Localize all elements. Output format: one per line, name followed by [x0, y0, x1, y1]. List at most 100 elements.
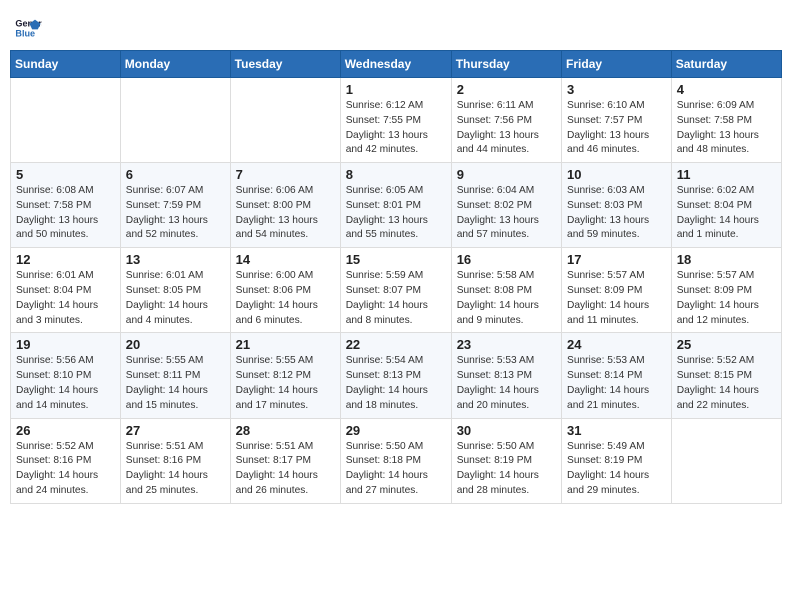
calendar-cell: 26 Sunrise: 5:52 AMSunset: 8:16 PMDayligh… — [11, 418, 121, 503]
logo-icon: General Blue — [14, 14, 42, 42]
day-info: Sunrise: 5:57 AMSunset: 8:09 PMDaylight:… — [567, 269, 666, 328]
calendar-cell: 23 Sunrise: 5:53 AMSunset: 8:13 PMDayligh… — [451, 333, 561, 418]
weekday-header-thursday: Thursday — [451, 51, 561, 78]
calendar-cell: 3 Sunrise: 6:10 AMSunset: 7:57 PMDaylight… — [562, 78, 672, 163]
day-info: Sunrise: 5:56 AMSunset: 8:10 PMDaylight:… — [16, 354, 115, 413]
day-info: Sunrise: 6:01 AMSunset: 8:05 PMDaylight:… — [126, 269, 225, 328]
day-number: 22 — [346, 337, 446, 352]
calendar-cell: 28Sunrise: 5:51 AMSunset: 8:17 PMDayligh… — [230, 418, 340, 503]
calendar-cell: 9 Sunrise: 6:04 AMSunset: 8:02 PMDaylight… — [451, 163, 561, 248]
calendar-cell: 29Sunrise: 5:50 AMSunset: 8:18 PMDayligh… — [340, 418, 451, 503]
day-info: Sunrise: 5:57 AMSunset: 8:09 PMDaylight:… — [677, 269, 776, 328]
day-number: 27 — [126, 423, 225, 438]
calendar-cell: 8 Sunrise: 6:05 AMSunset: 8:01 PMDaylight… — [340, 163, 451, 248]
week-row-3: 12Sunrise: 6:01 AMSunset: 8:04 PMDayligh… — [11, 248, 782, 333]
calendar-cell: 20 Sunrise: 5:55 AMSunset: 8:11 PMDayligh… — [120, 333, 230, 418]
calendar-cell: 21Sunrise: 5:55 AMSunset: 8:12 PMDayligh… — [230, 333, 340, 418]
week-row-5: 26 Sunrise: 5:52 AMSunset: 8:16 PMDayligh… — [11, 418, 782, 503]
day-info: Sunrise: 6:01 AMSunset: 8:04 PMDaylight:… — [16, 269, 115, 328]
calendar-table: SundayMondayTuesdayWednesdayThursdayFrid… — [10, 50, 782, 504]
day-info: Sunrise: 6:03 AMSunset: 8:03 PMDaylight:… — [567, 184, 666, 243]
svg-text:Blue: Blue — [15, 28, 35, 38]
day-number: 29 — [346, 423, 446, 438]
calendar-cell: 24 Sunrise: 5:53 AMSunset: 8:14 PMDayligh… — [562, 333, 672, 418]
weekday-header-friday: Friday — [562, 51, 672, 78]
day-info: Sunrise: 5:52 AMSunset: 8:15 PMDaylight:… — [677, 354, 776, 413]
calendar-cell: 11 Sunrise: 6:02 AMSunset: 8:04 PMDayligh… — [671, 163, 781, 248]
day-info: Sunrise: 6:06 AMSunset: 8:00 PMDaylight:… — [236, 184, 335, 243]
day-info: Sunrise: 5:59 AMSunset: 8:07 PMDaylight:… — [346, 269, 446, 328]
day-info: Sunrise: 5:55 AMSunset: 8:11 PMDaylight:… — [126, 354, 225, 413]
calendar-cell — [11, 78, 121, 163]
day-info: Sunrise: 5:53 AMSunset: 8:13 PMDaylight:… — [457, 354, 556, 413]
day-number: 8 — [346, 167, 446, 182]
day-number: 11 — [677, 167, 776, 182]
calendar-cell: 12Sunrise: 6:01 AMSunset: 8:04 PMDayligh… — [11, 248, 121, 333]
day-number: 15 — [346, 252, 446, 267]
calendar-cell: 2 Sunrise: 6:11 AMSunset: 7:56 PMDaylight… — [451, 78, 561, 163]
weekday-header-wednesday: Wednesday — [340, 51, 451, 78]
calendar-cell: 18 Sunrise: 5:57 AMSunset: 8:09 PMDayligh… — [671, 248, 781, 333]
day-number: 20 — [126, 337, 225, 352]
day-number: 9 — [457, 167, 556, 182]
weekday-header-row: SundayMondayTuesdayWednesdayThursdayFrid… — [11, 51, 782, 78]
day-info: Sunrise: 5:50 AMSunset: 8:19 PMDaylight:… — [457, 440, 556, 499]
calendar-cell: 30 Sunrise: 5:50 AMSunset: 8:19 PMDayligh… — [451, 418, 561, 503]
week-row-4: 19 Sunrise: 5:56 AMSunset: 8:10 PMDayligh… — [11, 333, 782, 418]
calendar-cell: 6Sunrise: 6:07 AMSunset: 7:59 PMDaylight… — [120, 163, 230, 248]
day-number: 24 — [567, 337, 666, 352]
day-info: Sunrise: 6:04 AMSunset: 8:02 PMDaylight:… — [457, 184, 556, 243]
day-info: Sunrise: 6:09 AMSunset: 7:58 PMDaylight:… — [677, 99, 776, 158]
calendar-cell — [230, 78, 340, 163]
day-number: 10 — [567, 167, 666, 182]
calendar-cell — [671, 418, 781, 503]
day-number: 3 — [567, 82, 666, 97]
calendar-cell: 1 Sunrise: 6:12 AMSunset: 7:55 PMDaylight… — [340, 78, 451, 163]
day-number: 7 — [236, 167, 335, 182]
day-number: 13 — [126, 252, 225, 267]
day-number: 1 — [346, 82, 446, 97]
day-number: 14 — [236, 252, 335, 267]
day-number: 17 — [567, 252, 666, 267]
page-header: General Blue — [10, 10, 782, 42]
weekday-header-tuesday: Tuesday — [230, 51, 340, 78]
week-row-2: 5Sunrise: 6:08 AMSunset: 7:58 PMDaylight… — [11, 163, 782, 248]
day-number: 23 — [457, 337, 556, 352]
day-info: Sunrise: 5:55 AMSunset: 8:12 PMDaylight:… — [236, 354, 335, 413]
day-info: Sunrise: 5:51 AMSunset: 8:16 PMDaylight:… — [126, 440, 225, 499]
day-info: Sunrise: 6:05 AMSunset: 8:01 PMDaylight:… — [346, 184, 446, 243]
calendar-cell: 19 Sunrise: 5:56 AMSunset: 8:10 PMDayligh… — [11, 333, 121, 418]
day-info: Sunrise: 6:11 AMSunset: 7:56 PMDaylight:… — [457, 99, 556, 158]
day-number: 5 — [16, 167, 115, 182]
day-info: Sunrise: 5:54 AMSunset: 8:13 PMDaylight:… — [346, 354, 446, 413]
day-info: Sunrise: 5:52 AMSunset: 8:16 PMDaylight:… — [16, 440, 115, 499]
calendar-cell: 25 Sunrise: 5:52 AMSunset: 8:15 PMDayligh… — [671, 333, 781, 418]
day-number: 16 — [457, 252, 556, 267]
day-number: 19 — [16, 337, 115, 352]
day-info: Sunrise: 6:02 AMSunset: 8:04 PMDaylight:… — [677, 184, 776, 243]
calendar-cell: 17 Sunrise: 5:57 AMSunset: 8:09 PMDayligh… — [562, 248, 672, 333]
calendar-cell: 27 Sunrise: 5:51 AMSunset: 8:16 PMDayligh… — [120, 418, 230, 503]
day-number: 30 — [457, 423, 556, 438]
day-info: Sunrise: 6:12 AMSunset: 7:55 PMDaylight:… — [346, 99, 446, 158]
day-number: 2 — [457, 82, 556, 97]
day-number: 31 — [567, 423, 666, 438]
calendar-cell — [120, 78, 230, 163]
day-info: Sunrise: 6:10 AMSunset: 7:57 PMDaylight:… — [567, 99, 666, 158]
day-info: Sunrise: 5:53 AMSunset: 8:14 PMDaylight:… — [567, 354, 666, 413]
calendar-cell: 7 Sunrise: 6:06 AMSunset: 8:00 PMDaylight… — [230, 163, 340, 248]
weekday-header-saturday: Saturday — [671, 51, 781, 78]
weekday-header-sunday: Sunday — [11, 51, 121, 78]
calendar-cell: 14 Sunrise: 6:00 AMSunset: 8:06 PMDayligh… — [230, 248, 340, 333]
logo: General Blue — [14, 14, 44, 42]
day-number: 26 — [16, 423, 115, 438]
calendar-cell: 16Sunrise: 5:58 AMSunset: 8:08 PMDayligh… — [451, 248, 561, 333]
calendar-cell: 5Sunrise: 6:08 AMSunset: 7:58 PMDaylight… — [11, 163, 121, 248]
day-info: Sunrise: 5:49 AMSunset: 8:19 PMDaylight:… — [567, 440, 666, 499]
day-info: Sunrise: 6:00 AMSunset: 8:06 PMDaylight:… — [236, 269, 335, 328]
day-number: 18 — [677, 252, 776, 267]
day-number: 4 — [677, 82, 776, 97]
day-number: 28 — [236, 423, 335, 438]
day-number: 25 — [677, 337, 776, 352]
weekday-header-monday: Monday — [120, 51, 230, 78]
